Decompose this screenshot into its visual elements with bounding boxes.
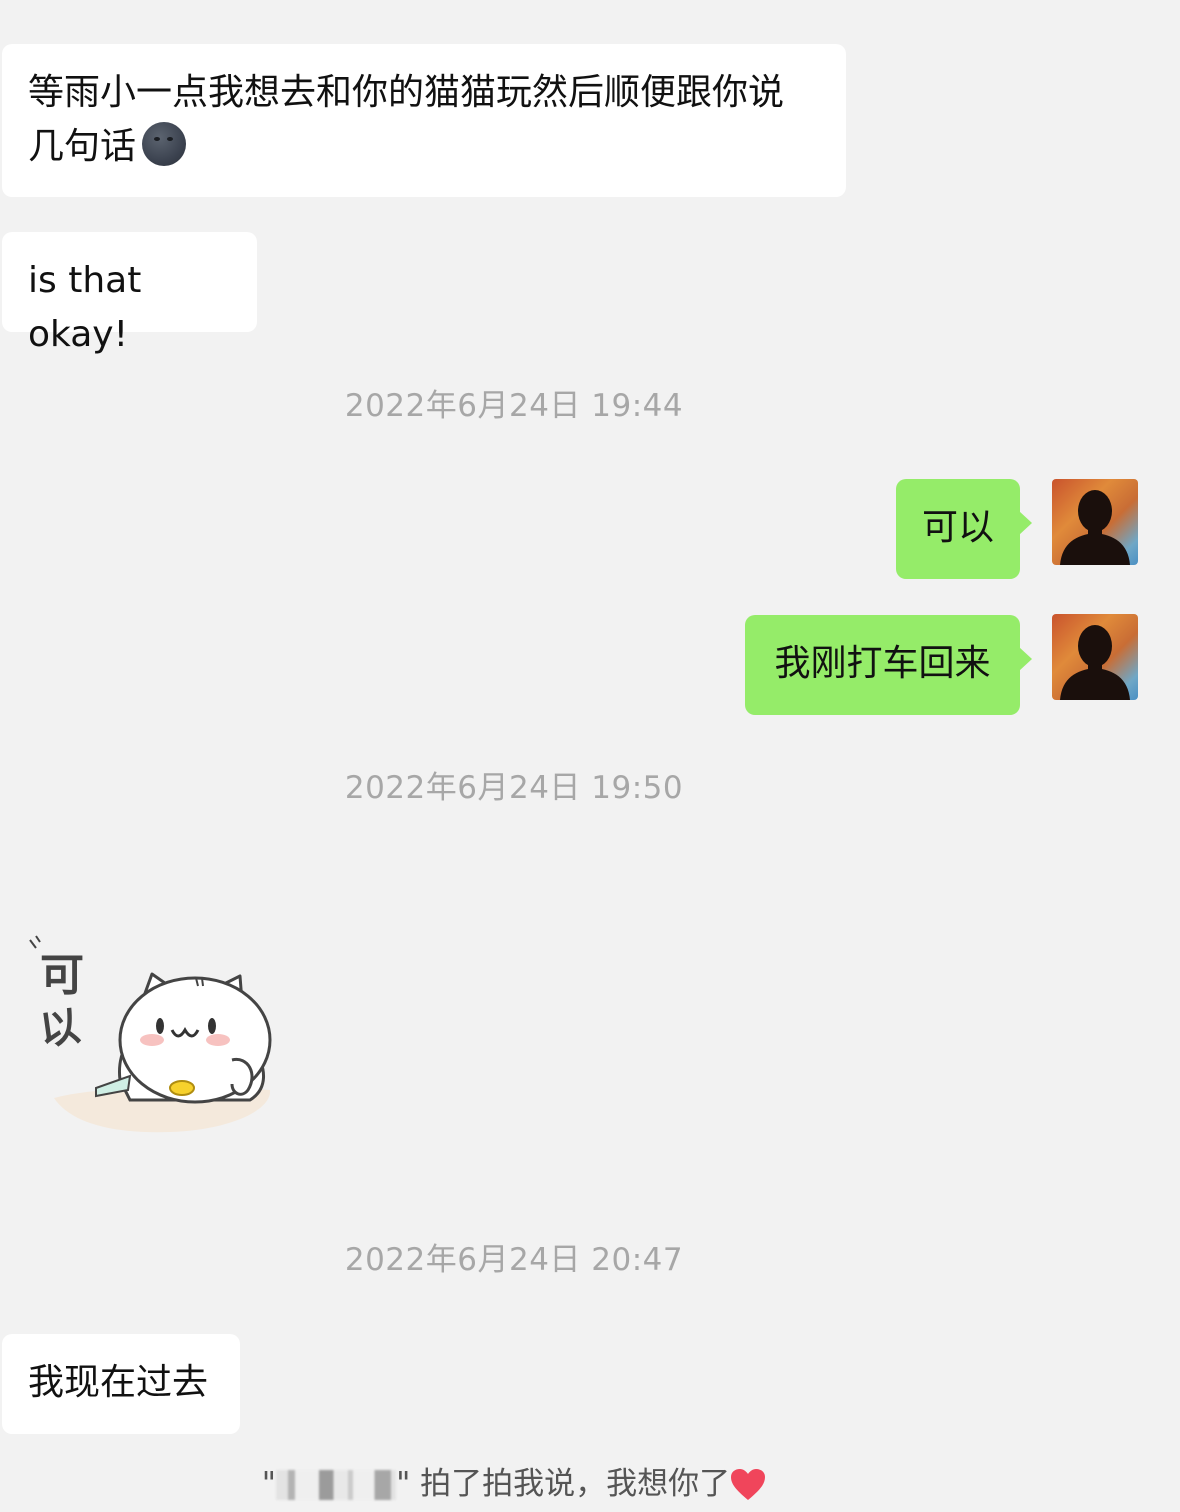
cat-sticker-icon: 可 以 <box>29 935 272 1133</box>
new-moon-face-emoji-icon <box>142 122 187 166</box>
message-bubble-incoming[interactable]: 等雨小一点我想去和你的猫猫玩然后顺便跟你说 几句话 <box>2 44 846 197</box>
pat-notification: " " 拍了拍我说，我想你了 <box>0 1462 1028 1506</box>
message-text: is that okay! <box>28 260 142 355</box>
timestamp: 2022年6月24日 19:44 <box>344 388 684 424</box>
timestamp: 2022年6月24日 20:47 <box>344 1242 684 1278</box>
message-bubble-outgoing[interactable]: 我刚打车回来 <box>745 615 1032 715</box>
sticker-text: 可 <box>40 950 84 1001</box>
avatar-silhouette-icon <box>1060 490 1130 565</box>
quote-close: " <box>396 1466 411 1502</box>
avatar[interactable] <box>1052 614 1138 700</box>
message-bubble-incoming[interactable]: is that okay! <box>2 232 257 355</box>
quote-open: " <box>261 1466 277 1502</box>
message-text: 我刚打车回来 <box>774 643 991 684</box>
blurred-username <box>276 1470 397 1500</box>
message-bubble-outgoing[interactable]: 可以 <box>896 479 1032 579</box>
avatar[interactable] <box>1052 479 1138 565</box>
message-bubble-incoming[interactable]: 我现在过去 <box>2 1334 240 1434</box>
pat-text: 拍了拍我说，我想你了 <box>410 1466 731 1502</box>
sticker-text: 以 <box>37 1003 83 1054</box>
cat-sticker[interactable]: 可 以 <box>20 930 280 1140</box>
message-text: 我现在过去 <box>28 1362 209 1403</box>
timestamp: 2022年6月24日 19:50 <box>344 770 684 806</box>
chat-history[interactable]: 等雨小一点我想去和你的猫猫玩然后顺便跟你说 几句话 is that okay! … <box>0 0 1180 1512</box>
avatar-silhouette-icon <box>1060 625 1130 700</box>
message-text: 等雨小一点我想去和你的猫猫玩然后顺便跟你说 <box>28 72 785 113</box>
heart-icon <box>731 1469 766 1500</box>
message-text: 可以 <box>921 507 994 548</box>
message-text: 几句话 <box>28 126 137 167</box>
